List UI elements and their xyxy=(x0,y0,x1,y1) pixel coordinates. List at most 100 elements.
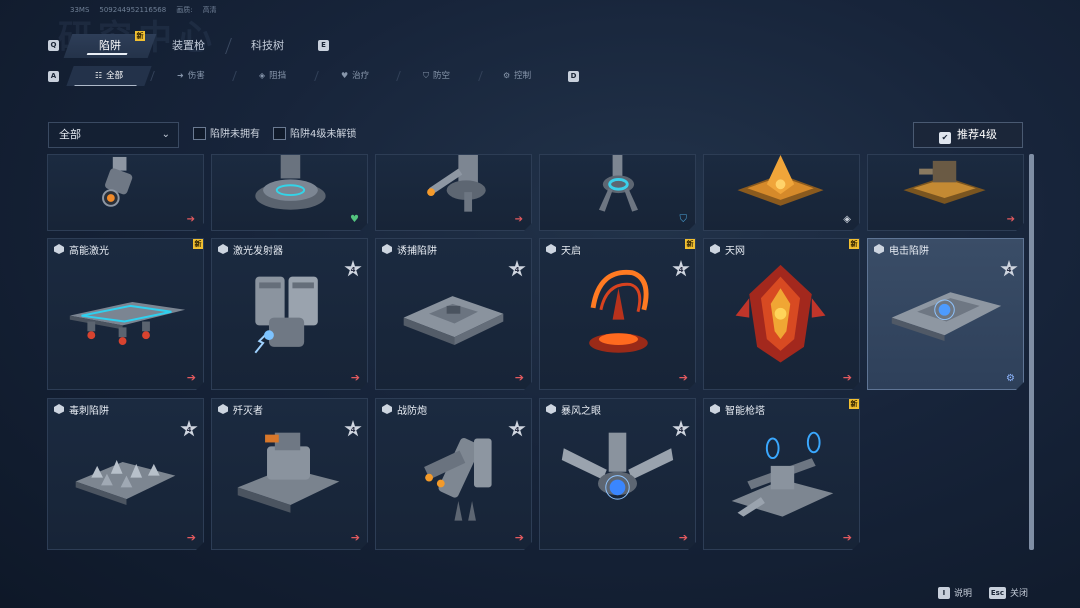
checkbox-box[interactable] xyxy=(193,127,206,140)
trap-card[interactable]: ➔ xyxy=(867,154,1024,231)
debug-id: 509244952116568 xyxy=(99,6,167,14)
subtab-block[interactable]: ◈ 阻挡 xyxy=(230,66,315,86)
trap-art xyxy=(718,155,845,214)
trap-card[interactable]: ♥ xyxy=(211,154,368,231)
subtab-anti-air-label: 防空 xyxy=(433,71,451,81)
upgrade-arrow-icon: ➔ xyxy=(678,531,688,544)
trap-card-lure-trap[interactable]: 诱捕陷阱 4 ➔ xyxy=(375,238,532,390)
trap-card-skynet[interactable]: 天网 新 ➔ xyxy=(703,238,860,390)
trap-card[interactable]: ⛉ xyxy=(539,154,696,231)
subtab-heal-label: 治疗 xyxy=(352,71,370,81)
upgrade-arrow-icon: ➔ xyxy=(678,371,688,384)
upgrade-arrow-icon: ➔ xyxy=(514,371,524,384)
upgrade-arrow-icon: ➔ xyxy=(350,371,360,384)
trap-card-high-energy-laser[interactable]: 高能激光 新 ➔ xyxy=(47,238,204,390)
upgrade-arrow-icon: ➔ xyxy=(842,371,852,384)
new-badge: 新 xyxy=(135,31,145,41)
skynet-art xyxy=(718,259,845,366)
grid-icon: ☷ xyxy=(94,71,103,80)
trap-card-smart-turret[interactable]: 智能枪塔 新 ➔ xyxy=(703,398,860,550)
trap-card[interactable]: ➔ xyxy=(47,154,204,231)
tab-tech-tree-label: 科技树 xyxy=(250,39,284,52)
subtab-anti-air[interactable]: ⛉ 防空 xyxy=(394,66,479,86)
close-label: 关闭 xyxy=(1009,589,1028,599)
trap-art xyxy=(882,155,1009,214)
trap-plate-art xyxy=(390,259,517,366)
trap-type-icon xyxy=(710,244,720,254)
trap-card-poison-spike[interactable]: 毒刺陷阱 4 ➔ xyxy=(47,398,204,550)
annihilator-art xyxy=(226,419,353,526)
trap-card-shock-trap[interactable]: 电击陷阱 4 ⚙ xyxy=(867,238,1024,390)
shock-trap-art xyxy=(882,259,1009,366)
help-hint[interactable]: I 说明 xyxy=(937,587,972,599)
spike-trap-art xyxy=(62,419,189,526)
trap-name: 高能激光 xyxy=(69,246,109,257)
trap-card-anti-tank-gun[interactable]: 战防炮 4 ➔ xyxy=(375,398,532,550)
trap-type-icon xyxy=(54,404,64,414)
laser-platform-art xyxy=(62,259,189,366)
trap-art xyxy=(226,155,353,214)
trap-type-icon xyxy=(382,404,392,414)
prev-tab-key[interactable]: Q xyxy=(48,40,59,51)
anti-air-icon: ⛉ xyxy=(679,214,687,225)
tab-device-gun[interactable]: 装置枪 xyxy=(142,34,235,58)
help-label: 说明 xyxy=(953,589,972,599)
recommend-level4-button[interactable]: ✔ 推荐4级 xyxy=(913,122,1023,148)
filter-level4-locked-checkbox[interactable]: 陷阱4级未解锁 xyxy=(273,127,356,143)
trap-art xyxy=(390,155,517,214)
trap-type-icon xyxy=(874,244,884,254)
control-icon: ⚙ xyxy=(1006,373,1015,384)
subtab-control[interactable]: ⚙ 控制 xyxy=(474,66,559,86)
trap-name: 暴风之眼 xyxy=(561,406,601,417)
esc-key: Esc xyxy=(988,587,1006,599)
checkbox-box[interactable] xyxy=(273,127,286,140)
main-tabs: 陷阱 新 装置枪 科技树 xyxy=(63,31,308,58)
trap-card-storm-eye[interactable]: 暴风之眼 4 ➔ xyxy=(539,398,696,550)
trap-type-icon xyxy=(218,404,228,414)
trap-art xyxy=(554,155,681,214)
grid-scrollbar[interactable] xyxy=(1029,154,1034,550)
trap-card-laser-emitter[interactable]: 激光发射器 4 ➔ xyxy=(211,238,368,390)
damage-icon: ➜ xyxy=(177,71,184,80)
filter-not-owned-checkbox[interactable]: 陷阱未拥有 xyxy=(193,127,260,143)
upgrade-arrow-icon: ➔ xyxy=(350,531,360,544)
trap-card-apocalypse[interactable]: 天启 新 4 ➔ xyxy=(539,238,696,390)
heal-icon: ♥ xyxy=(350,214,359,225)
trap-card[interactable]: ➔ xyxy=(375,154,532,231)
upgrade-arrow-icon: ➔ xyxy=(186,531,196,544)
debug-info: 33MS 509244952116568 画质: 高清 xyxy=(70,5,227,15)
scrollbar-thumb[interactable] xyxy=(1029,154,1034,550)
next-subtab-key[interactable]: D xyxy=(568,71,579,82)
category-select[interactable]: 全部 ⌄ xyxy=(48,122,179,148)
trap-type-icon xyxy=(546,244,556,254)
subtab-damage[interactable]: ➜ 伤害 xyxy=(148,66,233,86)
trap-card[interactable]: ◈ xyxy=(703,154,860,231)
next-tab-key[interactable]: E xyxy=(318,40,329,51)
subtab-all[interactable]: ☷ 全部 xyxy=(66,66,152,86)
tab-tech-tree[interactable]: 科技树 xyxy=(221,34,314,58)
prev-subtab-key[interactable]: A xyxy=(48,71,59,82)
subtab-heal[interactable]: ♥ 治疗 xyxy=(312,66,397,86)
laser-emitter-art xyxy=(226,259,353,366)
trap-name: 天网 xyxy=(725,246,745,257)
close-hint[interactable]: Esc 关闭 xyxy=(988,587,1028,599)
anti-air-icon: ⛉ xyxy=(423,71,430,80)
control-icon: ⚙ xyxy=(502,71,511,80)
recommend-level4-label: 推荐4级 xyxy=(957,128,997,141)
trap-name: 诱捕陷阱 xyxy=(397,246,437,257)
trap-grid: ➔ ♥ ➔ ⛉ ◈ ➔ 高能激光 新 ➔ 激光发射器 4 ➔ 诱捕陷阱 4 ➔ … xyxy=(47,154,1027,550)
subtab-all-label: 全部 xyxy=(106,71,124,81)
trap-card-annihilator[interactable]: 歼灭者 4 ➔ xyxy=(211,398,368,550)
subtab-block-label: 阻挡 xyxy=(269,71,287,81)
arrow-icon: ➔ xyxy=(514,214,523,225)
tab-device-gun-label: 装置枪 xyxy=(171,39,205,52)
category-subtabs: ☷ 全部 ➜ 伤害 ◈ 阻挡 ♥ 治疗 ⛉ 防空 ⚙ 控制 xyxy=(66,66,559,86)
block-icon: ◈ xyxy=(843,214,851,225)
trap-type-icon xyxy=(218,244,228,254)
new-badge: 新 xyxy=(850,240,858,248)
filter-not-owned-label: 陷阱未拥有 xyxy=(210,129,260,140)
anti-tank-gun-art xyxy=(390,419,517,526)
new-badge: 新 xyxy=(850,400,858,408)
trap-name: 战防炮 xyxy=(397,406,427,417)
trap-type-icon xyxy=(546,404,556,414)
